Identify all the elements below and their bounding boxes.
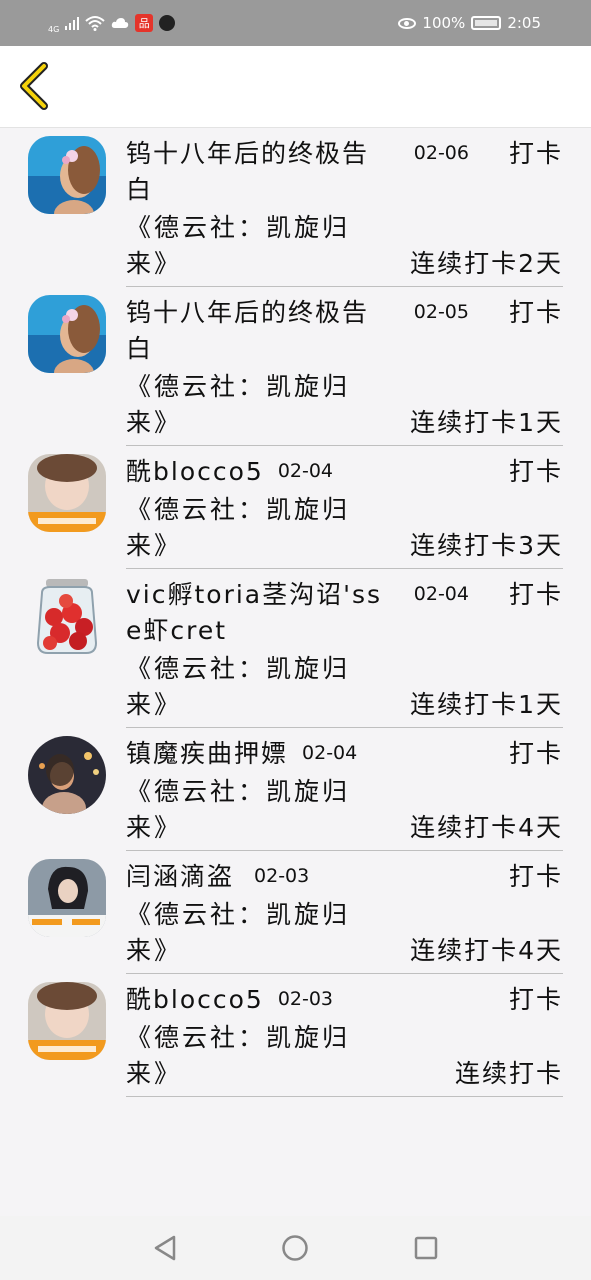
record-content: 闫涵滴盗 02-03 打卡 《德云社：凯旋归来》 连续打卡4天 <box>126 859 563 974</box>
navigation-bar <box>0 1216 591 1280</box>
cloud-icon <box>112 18 129 28</box>
streak-text: 连续打卡3天 <box>410 531 563 560</box>
record-date: 02-04 <box>302 742 358 764</box>
checkin-label: 打卡 <box>508 862 563 891</box>
list-item[interactable]: 镇魔疾曲押嫖 02-04 打卡 《德云社：凯旋归来》 连续打卡4天 <box>0 728 591 851</box>
record-content: 酰blocco5 02-03 打卡 《德云社：凯旋归来》 连续打卡 <box>126 982 563 1097</box>
avatar[interactable] <box>28 454 106 532</box>
status-right: 100% 2:05 <box>398 14 541 32</box>
checkin-label: 打卡 <box>508 580 563 609</box>
eye-icon <box>398 17 417 29</box>
record-content: 镇魔疾曲押嫖 02-04 打卡 《德云社：凯旋归来》 连续打卡4天 <box>126 736 563 851</box>
book-title: 《德云社：凯旋归来》 <box>126 213 351 278</box>
back-triangle-icon <box>154 1235 176 1261</box>
avatar-flower-girl-image <box>28 295 106 373</box>
username: 闫涵滴盗 <box>126 862 235 891</box>
nav-recents-button[interactable] <box>406 1228 446 1268</box>
username: 酰blocco5 <box>126 985 264 1014</box>
book-title: 《德云社：凯旋归来》 <box>126 900 351 965</box>
list-item[interactable]: 闫涵滴盗 02-03 打卡 《德云社：凯旋归来》 连续打卡4天 <box>0 851 591 974</box>
battery-percent: 100% <box>422 14 466 32</box>
tiktok-icon <box>159 15 176 31</box>
header <box>0 46 591 128</box>
avatar[interactable] <box>28 577 106 655</box>
list-item[interactable]: 钨十八年后的终极告白 02-06 打卡 《德云社：凯旋归来》 连续打卡2天 <box>0 128 591 287</box>
record-content: 酰blocco5 02-04 打卡 《德云社：凯旋归来》 连续打卡3天 <box>126 454 563 569</box>
avatar[interactable] <box>28 859 106 937</box>
nav-back-button[interactable] <box>145 1228 185 1268</box>
book-title: 《德云社：凯旋归来》 <box>126 777 351 842</box>
record-content: vic孵toria茎沟诏'sse虾cret 02-04 打卡 《德云社：凯旋归来… <box>126 577 563 728</box>
list-item[interactable]: vic孵toria茎沟诏'sse虾cret 02-04 打卡 《德云社：凯旋归来… <box>0 569 591 728</box>
avatar[interactable] <box>28 295 106 373</box>
streak-text: 连续打卡1天 <box>410 690 563 719</box>
clock: 2:05 <box>507 14 541 32</box>
checkin-label: 打卡 <box>508 739 563 768</box>
streak-text: 连续打卡 <box>454 1059 563 1088</box>
record-date: 02-03 <box>277 988 334 1010</box>
record-date: 02-06 <box>413 142 469 164</box>
nav-home-button[interactable] <box>275 1228 315 1268</box>
status-left: 4G 品 <box>48 12 176 34</box>
username: 钨十八年后的终极告白 <box>126 298 370 363</box>
checkin-record-list[interactable]: 钨十八年后的终极告白 02-06 打卡 《德云社：凯旋归来》 连续打卡2天 钨十… <box>0 128 591 1216</box>
chevron-left-icon <box>20 62 48 110</box>
streak-text: 连续打卡1天 <box>410 408 563 437</box>
wifi-icon <box>85 16 105 31</box>
avatar-water-girl-image <box>28 454 106 532</box>
avatar-phone-girl-image <box>28 859 106 937</box>
recents-square-icon <box>414 1236 438 1260</box>
book-title: 《德云社：凯旋归来》 <box>126 1023 351 1088</box>
book-title: 《德云社：凯旋归来》 <box>126 654 351 719</box>
list-item[interactable]: 钨十八年后的终极告白 02-05 打卡 《德云社：凯旋归来》 连续打卡1天 <box>0 287 591 446</box>
network-type-label: 4G <box>48 25 60 34</box>
avatar-flower-girl-image <box>28 136 106 214</box>
username: 镇魔疾曲押嫖 <box>126 739 289 768</box>
book-title: 《德云社：凯旋归来》 <box>126 495 351 560</box>
list-item[interactable]: 酰blocco5 02-04 打卡 《德云社：凯旋归来》 连续打卡3天 <box>0 446 591 569</box>
streak-text: 连续打卡4天 <box>410 936 563 965</box>
signal-icon <box>65 16 80 30</box>
username: 钨十八年后的终极告白 <box>126 139 370 204</box>
record-date: 02-04 <box>277 460 334 482</box>
home-circle-icon <box>282 1235 309 1261</box>
avatar[interactable] <box>28 136 106 214</box>
avatar-water-girl-image <box>28 982 106 1060</box>
streak-text: 连续打卡2天 <box>410 249 563 278</box>
record-date: 02-03 <box>254 865 310 887</box>
avatar-strawberry-jar-image <box>28 577 106 655</box>
checkin-label: 打卡 <box>508 985 563 1014</box>
checkin-label: 打卡 <box>508 298 563 327</box>
avatar-night-girl-image <box>28 736 106 814</box>
avatar[interactable] <box>28 736 106 814</box>
record-content: 钨十八年后的终极告白 02-06 打卡 《德云社：凯旋归来》 连续打卡2天 <box>126 136 563 287</box>
checkin-label: 打卡 <box>508 457 563 486</box>
list-item[interactable]: 酰blocco5 02-03 打卡 《德云社：凯旋归来》 连续打卡 <box>0 974 591 1097</box>
book-title: 《德云社：凯旋归来》 <box>126 372 351 437</box>
checkin-label: 打卡 <box>508 139 563 168</box>
record-date: 02-04 <box>413 583 469 605</box>
avatar[interactable] <box>28 982 106 1060</box>
status-bar: 4G 品 100% 2:05 <box>0 0 591 46</box>
record-content: 钨十八年后的终极告白 02-05 打卡 《德云社：凯旋归来》 连续打卡1天 <box>126 295 563 446</box>
battery-icon <box>471 16 502 30</box>
back-button[interactable] <box>16 62 56 110</box>
record-date: 02-05 <box>413 301 469 323</box>
username: 酰blocco5 <box>126 457 264 486</box>
streak-text: 连续打卡4天 <box>410 813 563 842</box>
app-icon: 品 <box>135 14 154 32</box>
username: vic孵toria茎沟诏'sse虾cret <box>126 580 383 645</box>
